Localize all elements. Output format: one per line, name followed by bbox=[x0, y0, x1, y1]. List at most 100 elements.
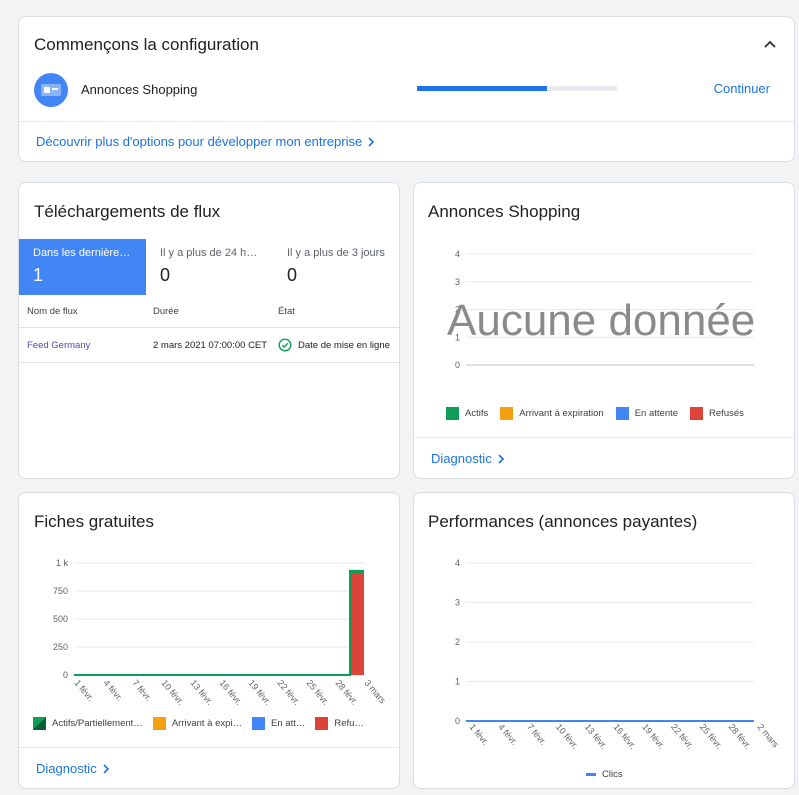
discover-label: Découvrir plus d'options pour développer… bbox=[36, 134, 363, 149]
setup-title: Commençons la configuration bbox=[34, 35, 259, 54]
y-tick-label: 4 bbox=[455, 249, 460, 259]
x-tick-label: 13 févr. bbox=[583, 722, 610, 751]
diagnostic-label: Diagnostic bbox=[431, 451, 492, 466]
feed-duration: 2 mars 2021 07:00:00 CET bbox=[153, 339, 268, 351]
x-tick-label: 4 févr. bbox=[101, 678, 124, 703]
y-tick-label: 750 bbox=[53, 586, 68, 596]
legend-label: Actifs/Partiellement… bbox=[52, 718, 143, 729]
legend-item[interactable]: Arrivant à expiration bbox=[500, 407, 604, 420]
check-circle-icon bbox=[278, 338, 292, 352]
x-tick-label: 28 févr. bbox=[333, 678, 360, 707]
legend-item[interactable]: En attente bbox=[615, 407, 679, 420]
y-tick-label: 3 bbox=[455, 598, 460, 608]
free-title: Fiches gratuites bbox=[34, 512, 154, 531]
tab-recent[interactable]: Dans les dernières … 1 bbox=[19, 239, 146, 295]
x-tick-label: 28 févr. bbox=[727, 722, 754, 751]
feeds-table: Nom de flux Durée État Feed Germany 2 ma… bbox=[19, 295, 399, 363]
x-tick-label: 10 févr. bbox=[159, 678, 186, 707]
x-tick-label: 16 févr. bbox=[217, 678, 244, 707]
feed-status: Date de mise en ligne bbox=[298, 339, 390, 351]
table-row: Feed Germany 2 mars 2021 07:00:00 CET Da… bbox=[19, 328, 399, 363]
legend-swatch bbox=[152, 717, 166, 730]
shopping-ads-card: Annonces Shopping 01234 Aucune donnée Ac… bbox=[413, 182, 795, 479]
legend-label: Actifs bbox=[465, 408, 489, 419]
tab-24h[interactable]: Il y a plus de 24 he… 0 bbox=[146, 239, 273, 295]
tab-label: Dans les dernières … bbox=[33, 247, 132, 259]
feed-name-link[interactable]: Feed Germany bbox=[27, 340, 90, 351]
diagnostic-link[interactable]: Diagnostic bbox=[431, 451, 506, 466]
setup-item-label: Annonces Shopping bbox=[81, 82, 198, 97]
shopping-ads-icon bbox=[34, 73, 68, 107]
legend-item[interactable]: En att… bbox=[252, 717, 305, 730]
legend-item[interactable]: Refusés bbox=[690, 407, 744, 420]
legend-label: Arrivant à expiration bbox=[519, 408, 604, 419]
legend-swatch bbox=[252, 717, 266, 730]
x-tick-label: 16 févr. bbox=[611, 722, 638, 751]
chevron-right-icon bbox=[103, 763, 109, 774]
setup-progress-bar bbox=[417, 86, 617, 91]
x-tick-label: 1 févr. bbox=[72, 678, 95, 703]
x-tick-label: 22 févr. bbox=[275, 678, 302, 707]
column-header-status: État bbox=[278, 305, 295, 317]
diagnostic-label: Diagnostic bbox=[36, 761, 97, 776]
legend-swatch bbox=[690, 407, 704, 420]
divider bbox=[19, 747, 399, 748]
perf-title: Performances (annonces payantes) bbox=[428, 512, 698, 531]
x-tick-label: 7 févr. bbox=[130, 678, 153, 703]
y-tick-label: 1 k bbox=[56, 558, 69, 568]
column-header-duration: Durée bbox=[153, 305, 179, 317]
column-header-name: Nom de flux bbox=[27, 305, 78, 317]
tab-value: 1 bbox=[33, 265, 44, 285]
legend-swatch bbox=[315, 717, 329, 730]
legend-label: Clics bbox=[602, 769, 623, 780]
x-tick-label: 25 févr. bbox=[304, 678, 331, 707]
x-tick-label: 2 mars bbox=[755, 722, 781, 750]
legend-item[interactable]: Clics bbox=[586, 769, 623, 780]
performance-card: Performances (annonces payantes) 0 1 2 3 4 1 … bbox=[413, 492, 795, 789]
setup-progress-fill bbox=[417, 86, 547, 91]
legend-label: En attente bbox=[634, 408, 679, 419]
performance-chart: 0 1 2 3 4 1 févr. 4 févr. 7 févr. 10 févr. 13 fév… bbox=[455, 558, 781, 751]
series-line-actifs bbox=[74, 569, 364, 676]
legend-item[interactable]: Arrivant à expi… bbox=[152, 717, 243, 730]
diagnostic-link[interactable]: Diagnostic bbox=[36, 761, 111, 776]
free-listings-chart: 0 250 500 750 1 k 1 févr. 4 févr. 7 févr. 10 fév… bbox=[53, 558, 388, 707]
x-tick-label: 3 mars bbox=[362, 678, 388, 706]
continue-button[interactable]: Continuer bbox=[714, 81, 770, 96]
y-tick-label: 2 bbox=[455, 637, 460, 647]
legend-item[interactable]: Refu… bbox=[315, 717, 364, 730]
y-tick-label: 0 bbox=[63, 670, 68, 680]
tab-value: 0 bbox=[160, 265, 171, 285]
divider bbox=[414, 437, 794, 438]
chevron-right-icon bbox=[368, 136, 375, 147]
y-tick-label: 0 bbox=[455, 360, 460, 370]
legend-swatch bbox=[500, 407, 514, 420]
legend-swatch bbox=[446, 407, 459, 420]
y-tick-label: 500 bbox=[53, 614, 68, 624]
x-tick-label: 19 févr. bbox=[246, 678, 273, 707]
x-tick-label: 19 févr. bbox=[640, 722, 667, 751]
feed-downloads-card: Téléchargements de flux Dans les dernièr… bbox=[18, 182, 400, 479]
divider bbox=[19, 121, 794, 122]
chevron-right-icon bbox=[498, 453, 504, 464]
y-tick-label: 250 bbox=[53, 642, 68, 652]
setup-card: Commençons la configuration Annonces Sho… bbox=[18, 16, 795, 162]
x-tick-label: 22 févr. bbox=[669, 722, 696, 751]
x-tick-label: 7 févr. bbox=[525, 722, 548, 747]
no-data-label: Aucune donnée bbox=[447, 296, 756, 345]
tab-3days[interactable]: Il y a plus de 3 jours 0 bbox=[273, 239, 399, 295]
legend-item[interactable]: Actifs bbox=[446, 407, 488, 420]
y-tick-label: 3 bbox=[455, 277, 460, 287]
legend-label: Arrivant à expi… bbox=[171, 718, 243, 729]
y-tick-label: 1 bbox=[455, 677, 460, 687]
legend-swatch bbox=[615, 407, 629, 420]
shopping-legend: Actifs Arrivant à expiration En attente … bbox=[446, 407, 744, 420]
discover-options-link[interactable]: Découvrir plus d'options pour développer… bbox=[36, 134, 376, 149]
chevron-up-icon[interactable] bbox=[762, 37, 778, 53]
y-tick-label: 4 bbox=[455, 558, 460, 568]
tab-value: 0 bbox=[287, 265, 298, 285]
x-tick-label: 13 févr. bbox=[188, 678, 215, 707]
tab-label: Il y a plus de 3 jours bbox=[287, 247, 385, 259]
legend-label: En att… bbox=[271, 718, 306, 729]
legend-item[interactable]: Actifs/Partiellement… bbox=[33, 717, 143, 730]
